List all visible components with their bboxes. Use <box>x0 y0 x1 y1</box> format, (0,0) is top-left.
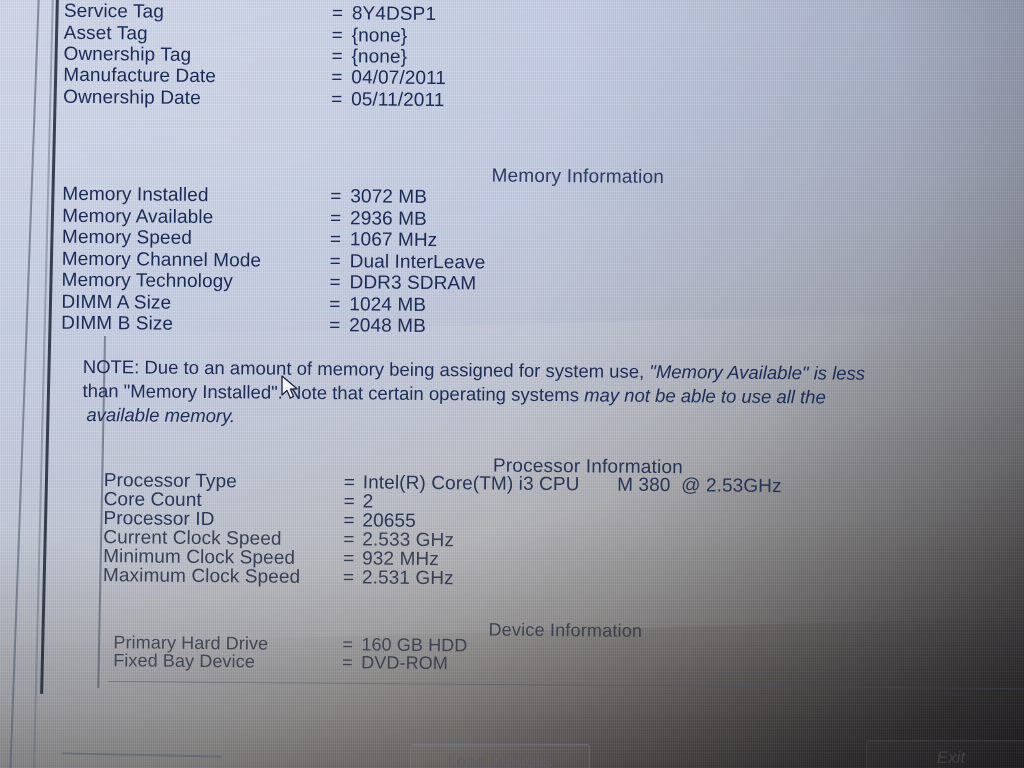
row-label: DIMM A Size <box>61 291 172 314</box>
row-value: 2936 MB <box>350 208 427 230</box>
memory-note-line-3-italic: available memory. <box>86 403 236 427</box>
memory-row-dimm-a-size: DIMM A Size = 1024 MB <box>61 291 426 316</box>
row-value: 1067 MHz <box>349 229 438 252</box>
row-value: 2048 MB <box>349 315 427 337</box>
row-equals: = <box>331 46 343 68</box>
row-equals: = <box>342 567 355 589</box>
row-label: DIMM B Size <box>61 312 174 335</box>
info-row-asset-tag: Asset Tag = {none} <box>63 22 408 47</box>
processor-row-maximum-clock-speed: Maximum Clock Speed = 2.531 GHz <box>102 565 454 589</box>
row-value: 04/07/2011 <box>351 67 447 90</box>
section-heading-device-information: Device Information <box>488 619 643 641</box>
row-value: 2.531 GHz <box>361 567 454 590</box>
row-label: Memory Available <box>62 205 214 229</box>
row-value: DVD-ROM <box>361 652 449 674</box>
row-equals: = <box>331 89 343 111</box>
row-value: {none} <box>351 46 408 68</box>
info-row-ownership-tag: Ownership Tag = {none} <box>63 43 407 68</box>
memory-row-dimm-b-size: DIMM B Size = 2048 MB <box>61 312 426 337</box>
settings-content: Service Tag = 8Y4DSP1 Asset Tag = {none}… <box>0 0 1024 768</box>
row-equals: = <box>343 510 355 532</box>
load-defaults-button[interactable]: Load Defaults <box>410 744 590 768</box>
row-equals: = <box>329 229 342 251</box>
memory-row-speed: Memory Speed = 1067 MHz <box>61 226 438 251</box>
row-label: Memory Speed <box>61 226 193 249</box>
row-label: Memory Installed <box>62 183 209 207</box>
row-equals: = <box>329 272 341 294</box>
row-value: 1024 MB <box>349 294 427 316</box>
row-label: Maximum Clock Speed <box>102 565 301 588</box>
row-equals: = <box>330 208 342 230</box>
row-value: 3072 MB <box>350 186 428 208</box>
memory-row-available: Memory Available = 2936 MB <box>62 205 427 230</box>
row-value: 05/11/2011 <box>351 89 445 112</box>
memory-note-line-2-plain: than "Memory Installed". Note that certa… <box>82 379 585 406</box>
row-equals: = <box>329 251 342 273</box>
memory-row-technology: Memory Technology = DDR3 SDRAM <box>61 269 476 295</box>
row-label: Memory Channel Mode <box>61 248 262 272</box>
info-row-manufacture-date: Manufacture Date = 04/07/2011 <box>63 64 446 89</box>
row-label: Manufacture Date <box>63 64 217 88</box>
row-label: Asset Tag <box>63 22 148 45</box>
row-equals: = <box>329 315 341 337</box>
row-label: Service Tag <box>63 0 165 23</box>
bios-system-information-screen: Service Tag = 8Y4DSP1 Asset Tag = {none}… <box>0 0 1024 768</box>
memory-note-line-1-italic: "Memory Available" is less <box>649 360 866 384</box>
info-row-service-tag: Service Tag = 8Y4DSP1 <box>63 0 436 25</box>
exit-button[interactable]: Exit <box>866 740 1024 768</box>
row-label: Ownership Tag <box>63 43 192 66</box>
section-heading-memory-information: Memory Information <box>491 165 665 189</box>
row-value: Intel(R) Core(TM) i3 CPU M 380 @ 2.53GHz <box>362 472 782 498</box>
memory-row-installed: Memory Installed = 3072 MB <box>62 183 427 208</box>
memory-row-channel-mode: Memory Channel Mode = Dual InterLeave <box>61 248 486 274</box>
row-label: Ownership Date <box>63 86 201 109</box>
row-value: Dual InterLeave <box>349 251 486 274</box>
row-label: Memory Technology <box>61 269 234 293</box>
row-label: Fixed Bay Device <box>113 650 255 672</box>
row-equals: = <box>343 548 355 570</box>
row-value: {none} <box>351 25 408 47</box>
row-equals: = <box>331 25 343 47</box>
row-equals: = <box>343 491 355 513</box>
row-value: 8Y4DSP1 <box>351 3 437 26</box>
row-equals: = <box>331 67 343 89</box>
row-equals: = <box>342 652 353 673</box>
row-equals: = <box>343 529 355 551</box>
row-value: DDR3 SDRAM <box>349 272 477 295</box>
row-value: 2 <box>362 491 374 513</box>
row-equals: = <box>343 472 356 494</box>
memory-note-line-2-italic: may not be able to use all the <box>584 384 826 408</box>
row-equals: = <box>329 294 341 316</box>
device-row-fixed-bay-device: Fixed Bay Device = DVD-ROM <box>113 650 448 673</box>
row-equals: = <box>331 3 344 25</box>
memory-note-line-3: available memory. <box>86 402 235 428</box>
row-equals: = <box>330 186 342 208</box>
info-row-ownership-date: Ownership Date = 05/11/2011 <box>63 86 444 111</box>
